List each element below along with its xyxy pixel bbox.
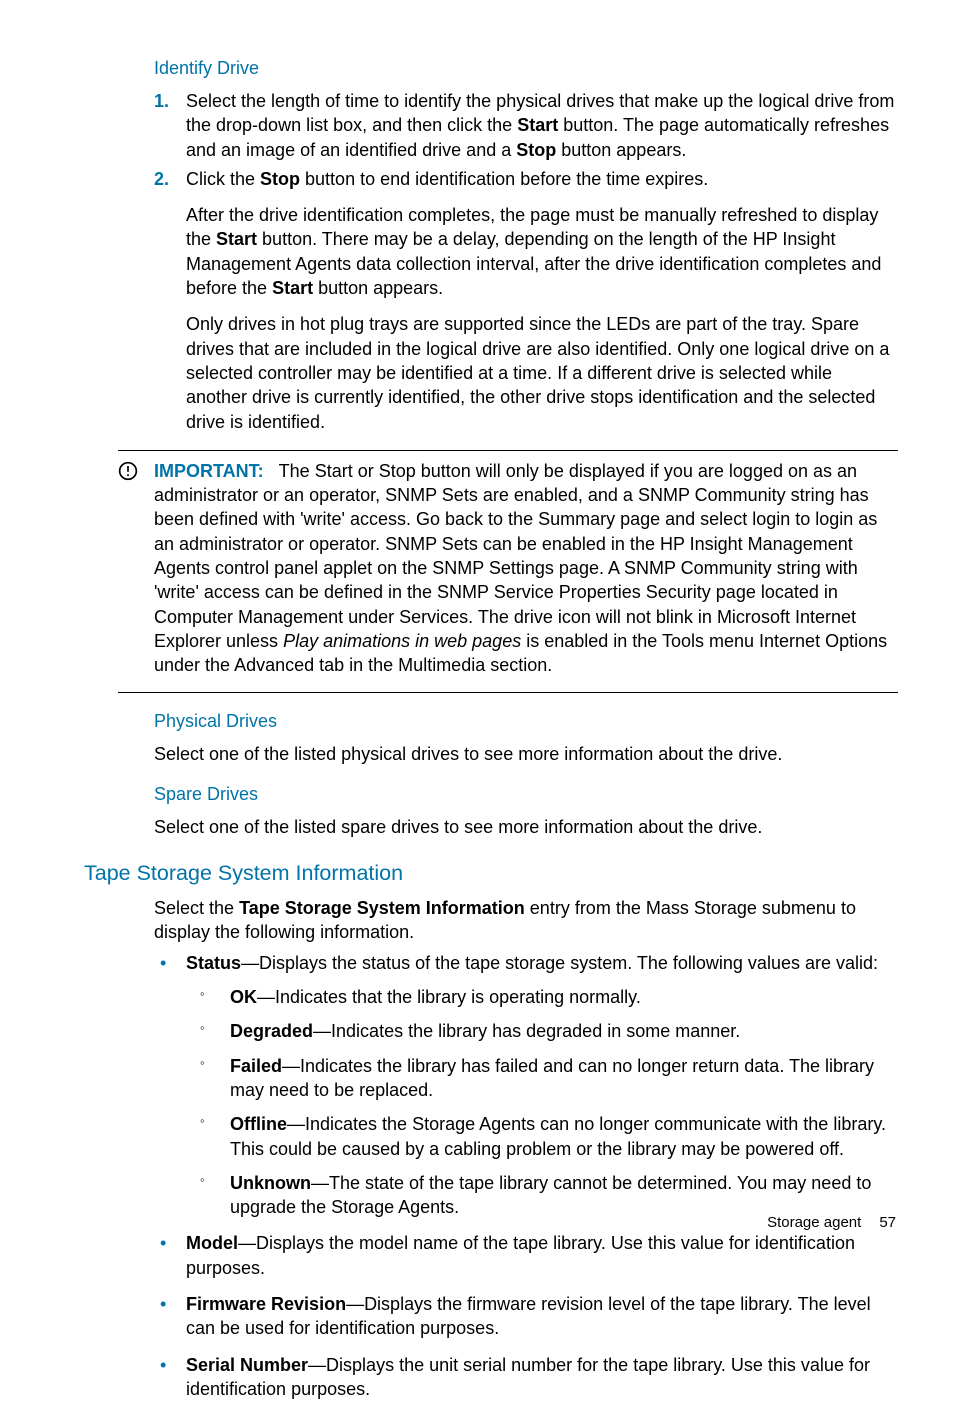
status-text: —Displays the status of the tape storage… (241, 953, 878, 973)
ok-text: —Indicates that the library is operating… (257, 987, 641, 1007)
step2-follow-2: Only drives in hot plug trays are suppor… (186, 312, 898, 433)
ok-label: OK (230, 987, 257, 1007)
degraded-label: Degraded (230, 1021, 313, 1041)
status-degraded: Degraded—Indicates the library has degra… (230, 1019, 898, 1043)
status-unknown: Unknown—The state of the tape library ca… (230, 1171, 898, 1220)
offline-label: Offline (230, 1114, 287, 1134)
important-body-a: The Start or Stop button will only be di… (154, 461, 877, 651)
important-label: IMPORTANT: (154, 461, 264, 481)
stop-label: Stop (516, 140, 556, 160)
footer-page-number: 57 (879, 1214, 896, 1231)
status-values: OK—Indicates that the library is operati… (186, 985, 898, 1219)
step2-follow-1: After the drive identification completes… (186, 203, 898, 300)
step2-text-a: Click the (186, 169, 260, 189)
page-footer: Storage agent 57 (767, 1214, 896, 1231)
bullet-serial: Serial Number—Displays the unit serial n… (186, 1353, 898, 1401)
alert-icon (118, 461, 138, 481)
start-label-3: Start (272, 278, 313, 298)
heading-tape-storage: Tape Storage System Information (84, 861, 898, 886)
step1-text-c: button appears. (556, 140, 686, 160)
degraded-text: —Indicates the library has degraded in s… (313, 1021, 740, 1041)
start-label: Start (517, 115, 558, 135)
heading-identify-drive: Identify Drive (154, 58, 898, 79)
spare-text: Select one of the listed spare drives to… (154, 815, 898, 839)
important-block: IMPORTANT: The Start or Stop button will… (118, 459, 898, 678)
offline-text: —Indicates the Storage Agents can no lon… (230, 1114, 886, 1158)
footer-section: Storage agent (767, 1214, 861, 1231)
heading-spare-drives: Spare Drives (154, 784, 898, 805)
unknown-label: Unknown (230, 1173, 311, 1193)
step2-text-b: button to end identification before the … (300, 169, 708, 189)
failed-text: —Indicates the library has failed and ca… (230, 1056, 874, 1100)
start-label-2: Start (216, 229, 257, 249)
serial-label: Serial Number (186, 1355, 308, 1375)
model-text: —Displays the model name of the tape lib… (186, 1233, 855, 1277)
identify-steps: Select the length of time to identify th… (154, 89, 898, 434)
tape-intro-a: Select the (154, 898, 239, 918)
tape-bullets: Status—Displays the status of the tape s… (154, 951, 898, 1401)
tape-intro-bold: Tape Storage System Information (239, 898, 525, 918)
follow1-c: button appears. (313, 278, 443, 298)
important-text: IMPORTANT: The Start or Stop button will… (154, 459, 898, 678)
separator-top (118, 450, 898, 451)
physical-text: Select one of the listed physical drives… (154, 742, 898, 766)
bullet-firmware: Firmware Revision—Displays the firmware … (186, 1292, 898, 1341)
status-failed: Failed—Indicates the library has failed … (230, 1054, 898, 1103)
unknown-text: —The state of the tape library cannot be… (230, 1173, 871, 1217)
status-ok: OK—Indicates that the library is operati… (230, 985, 898, 1009)
status-label: Status (186, 953, 241, 973)
failed-label: Failed (230, 1056, 282, 1076)
firmware-label: Firmware Revision (186, 1294, 346, 1314)
tape-intro: Select the Tape Storage System Informati… (154, 896, 898, 945)
important-italic: Play animations in web pages (283, 631, 521, 651)
model-label: Model (186, 1233, 238, 1253)
bullet-status: Status—Displays the status of the tape s… (186, 951, 898, 1220)
important-icon-col (118, 459, 154, 481)
step-1: Select the length of time to identify th… (186, 89, 898, 162)
separator-bottom (118, 692, 898, 693)
step-2: Click the Stop button to end identificat… (186, 167, 898, 434)
bullet-model: Model—Displays the model name of the tap… (186, 1231, 898, 1280)
status-offline: Offline—Indicates the Storage Agents can… (230, 1112, 898, 1161)
heading-physical-drives: Physical Drives (154, 711, 898, 732)
content-body: Identify Drive Select the length of time… (56, 58, 898, 1401)
page: Identify Drive Select the length of time… (0, 0, 954, 1271)
stop-label-2: Stop (260, 169, 300, 189)
